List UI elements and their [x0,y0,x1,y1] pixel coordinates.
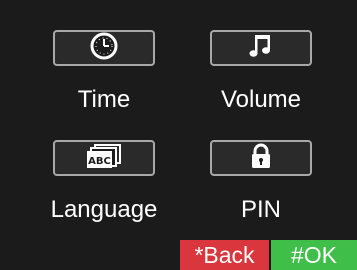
padlock-icon [246,141,276,176]
ok-softkey[interactable]: #OK [271,240,357,270]
pin-icon-button[interactable] [210,140,312,176]
abc-language-icon: ABC [84,142,124,175]
menu-item-time-label: Time [77,86,131,113]
back-softkey[interactable]: *Back [180,240,269,270]
music-note-icon [246,31,276,66]
menu-item-volume-label: Volume [220,86,302,113]
svg-text:ABC: ABC [88,156,111,167]
time-icon-button[interactable] [53,30,155,66]
menu-item-pin-label: PIN [240,196,281,223]
menu-item-language-label: Language [50,196,158,223]
clock-icon [89,31,119,66]
language-icon-button[interactable]: ABC [53,140,155,176]
volume-icon-button[interactable] [210,30,312,66]
